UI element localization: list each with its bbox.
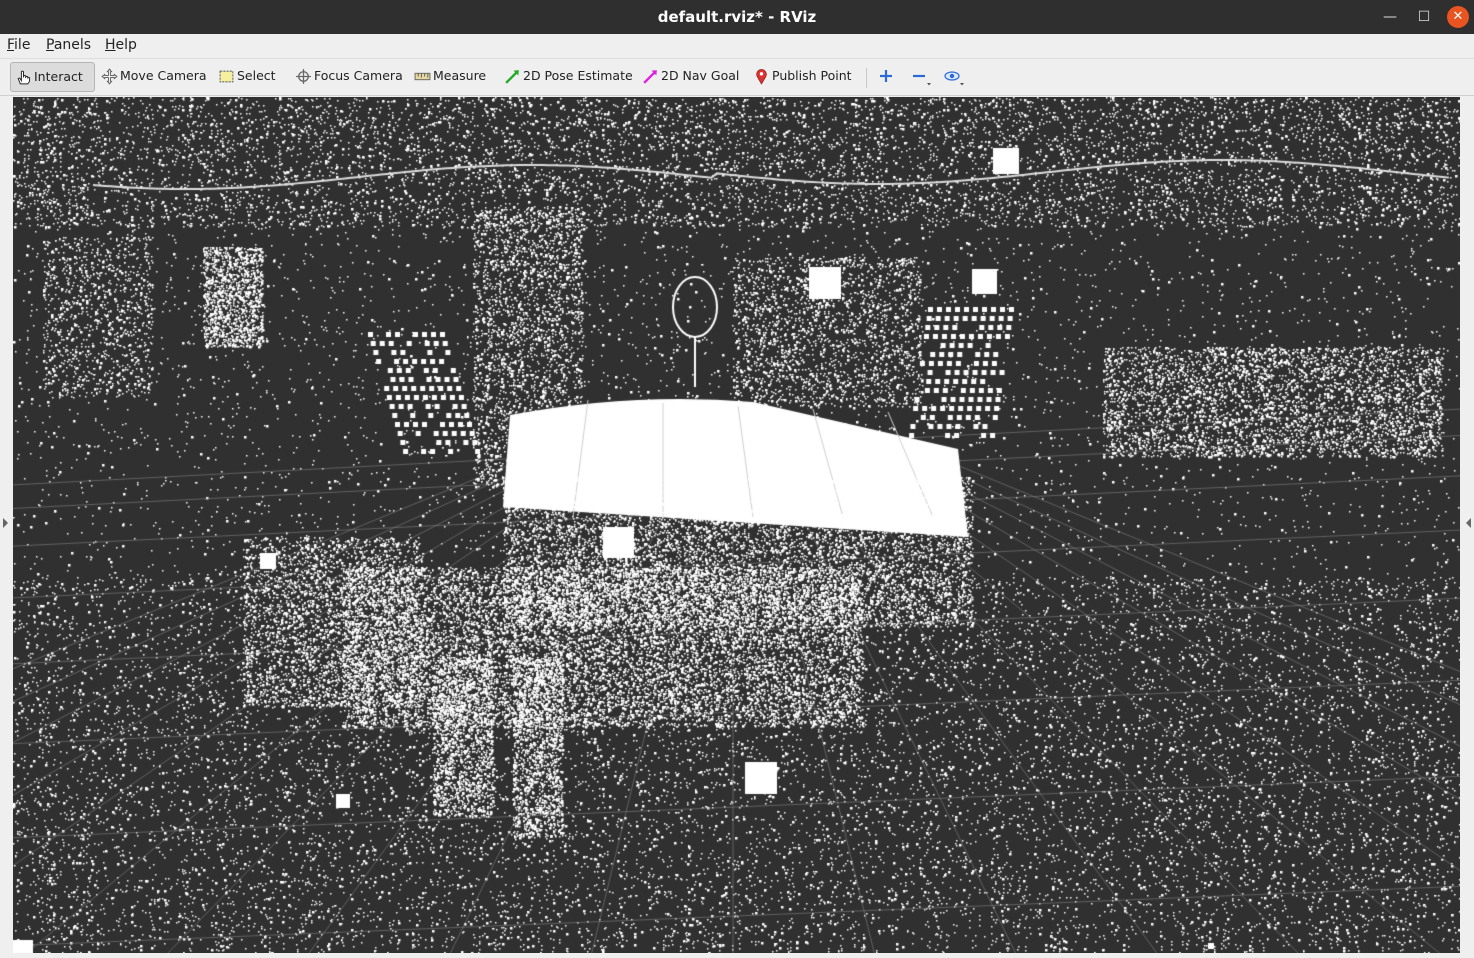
move-camera-icon [101,68,118,85]
menu-help[interactable]: Help [105,37,137,53]
point-cloud-canvas[interactable] [13,97,1460,953]
window-title: default.rviz* - RViz [657,8,817,26]
plus-icon[interactable] [876,67,898,87]
eye-icon[interactable] [942,67,964,87]
minimize-button[interactable]: — [1378,5,1402,29]
pose-estimate-tool-button[interactable]: 2D Pose Estimate [500,62,633,92]
measure-tool-label: Measure [433,68,487,83]
menu-file[interactable]: File [7,37,30,53]
select-rect-icon [219,70,234,83]
focus-camera-tool-label: Focus Camera [314,68,403,83]
move-camera-tool-label: Move Camera [120,68,207,83]
nav-goal-tool-button[interactable]: 2D Nav Goal [638,62,739,92]
title-bar: default.rviz* - RViz — ☐ ✕ [0,0,1474,34]
toolbar-separator [866,68,867,88]
select-tool-button[interactable]: Select [214,62,276,92]
menu-panels-mnemonic: P [46,37,54,53]
menu-help-label: elp [115,37,137,53]
publish-point-tool-label: Publish Point [772,68,852,83]
pose-estimate-tool-label: 2D Pose Estimate [523,68,633,83]
left-dock-collapse-handle[interactable] [3,518,8,528]
measure-tool-button[interactable]: Measure [410,62,486,92]
map-pin-icon [756,69,767,85]
minus-icon[interactable] [909,67,931,87]
select-tool-label: Select [237,68,276,83]
close-button[interactable]: ✕ [1447,6,1469,28]
hand-cursor-icon [17,70,31,85]
move-camera-tool-button[interactable]: Move Camera [97,62,207,92]
tool-bar: Interact Move Camera Select Focus Camera… [0,59,1474,96]
interact-tool-label: Interact [34,69,83,84]
right-dock-collapse-handle[interactable] [1466,518,1471,528]
magenta-arrow-icon [643,70,657,84]
menu-panels-label: anels [53,37,92,53]
menu-panels[interactable]: Panels [46,37,91,53]
status-strip [0,953,1474,958]
interact-tool-button[interactable]: Interact [10,62,95,92]
nav-goal-tool-label: 2D Nav Goal [661,68,740,83]
focus-camera-tool-button[interactable]: Focus Camera [291,62,403,92]
green-arrow-icon [505,70,519,84]
crosshair-icon [296,69,311,84]
ruler-icon [414,72,431,81]
render-viewport[interactable] [13,97,1460,953]
menu-file-label: ile [14,37,31,53]
menu-file-mnemonic: F [7,37,15,53]
menu-help-mnemonic: H [105,37,116,53]
menu-bar: File Panels Help [0,34,1474,59]
publish-point-tool-button[interactable]: Publish Point [749,62,852,92]
maximize-button[interactable]: ☐ [1412,5,1436,29]
